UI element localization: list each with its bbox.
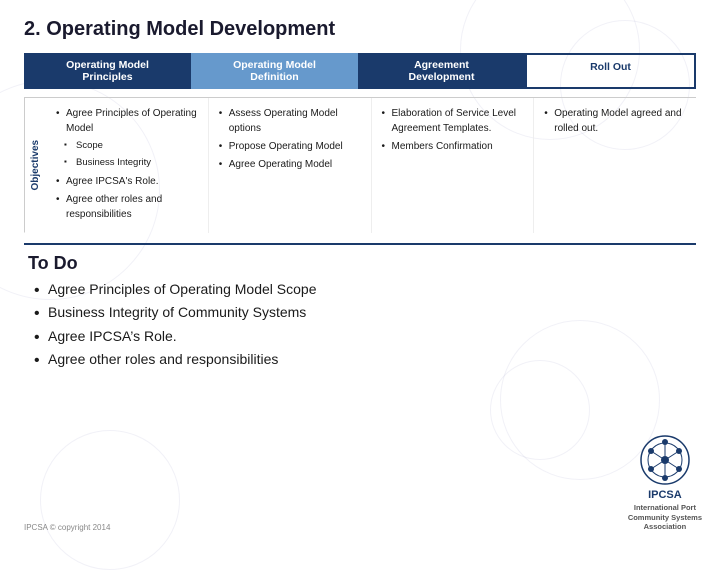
col-rollout: Operating Model agreed and rolled out. bbox=[534, 98, 696, 233]
ipcsa-logo-icon bbox=[639, 434, 691, 486]
todo-item: Agree IPCSA’s Role. bbox=[28, 327, 692, 347]
phase-bar: Operating Model Principles Operating Mod… bbox=[24, 53, 696, 89]
phase-rollout: Roll Out bbox=[525, 53, 696, 89]
col-definition: Assess Operating Model options Propose O… bbox=[209, 98, 372, 233]
list-item: Scope bbox=[56, 139, 198, 153]
list-item: Business Integrity bbox=[56, 156, 198, 170]
footer-copyright: IPCSA © copyright 2014 bbox=[24, 523, 110, 532]
col-agreement: Elaboration of Service Level Agreement T… bbox=[372, 98, 535, 233]
list-item: Elaboration of Service Level Agreement T… bbox=[382, 106, 524, 136]
objectives-row: Objectives Agree Principles of Operating… bbox=[24, 97, 696, 233]
ipcsa-logo-label: IPCSA International Port Community Syste… bbox=[628, 488, 702, 532]
phase-principles: Operating Model Principles bbox=[24, 53, 191, 89]
list-item: Assess Operating Model options bbox=[219, 106, 361, 136]
todo-item: Agree other roles and responsibilities bbox=[28, 350, 692, 370]
phase-definition: Operating Model Definition bbox=[191, 53, 358, 89]
todo-list: Agree Principles of Operating Model Scop… bbox=[28, 280, 692, 370]
list-item: Agree other roles and responsibilities bbox=[56, 192, 198, 222]
col-principles: Agree Principles of Operating Model Scop… bbox=[46, 98, 209, 233]
list-item: Agree Principles of Operating Model bbox=[56, 106, 198, 136]
content-columns: Agree Principles of Operating Model Scop… bbox=[46, 98, 696, 233]
page-title: 2. Operating Model Development bbox=[24, 18, 696, 41]
list-item: Agree Operating Model bbox=[219, 157, 361, 172]
objectives-label: Objectives bbox=[24, 98, 46, 233]
list-item: Members Confirmation bbox=[382, 139, 524, 154]
section-divider bbox=[24, 243, 696, 245]
phase-agreement: Agreement Development bbox=[358, 53, 525, 89]
ipcsa-logo: IPCSA International Port Community Syste… bbox=[628, 434, 702, 532]
todo-item: Agree Principles of Operating Model Scop… bbox=[28, 280, 692, 300]
list-item: Agree IPCSA's Role. bbox=[56, 174, 198, 189]
todo-title: To Do bbox=[28, 253, 692, 274]
list-item: Operating Model agreed and rolled out. bbox=[544, 106, 686, 136]
todo-section: To Do Agree Principles of Operating Mode… bbox=[24, 253, 696, 370]
list-item: Propose Operating Model bbox=[219, 139, 361, 154]
todo-item: Business Integrity of Community Systems bbox=[28, 303, 692, 323]
